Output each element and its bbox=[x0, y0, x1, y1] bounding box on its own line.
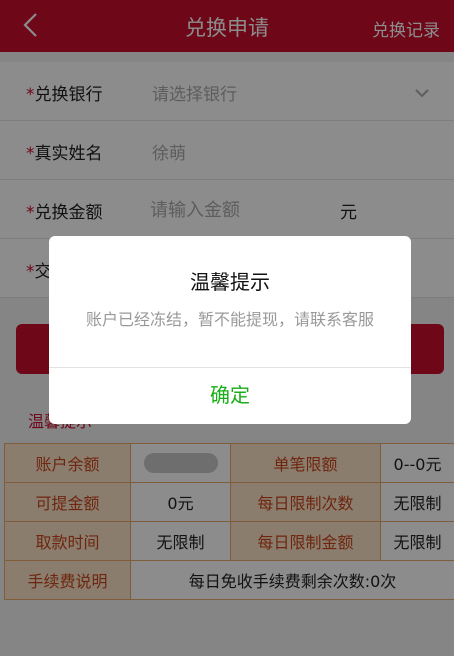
dialog-message: 账户已经冻结，暂不能提现，请联系客服 bbox=[85, 310, 374, 329]
dialog-title: 温馨提示 bbox=[190, 270, 270, 294]
alert-dialog: 温馨提示 账户已经冻结，暂不能提现，请联系客服 确定 bbox=[49, 236, 411, 424]
confirm-button[interactable]: 确定 bbox=[49, 367, 411, 424]
